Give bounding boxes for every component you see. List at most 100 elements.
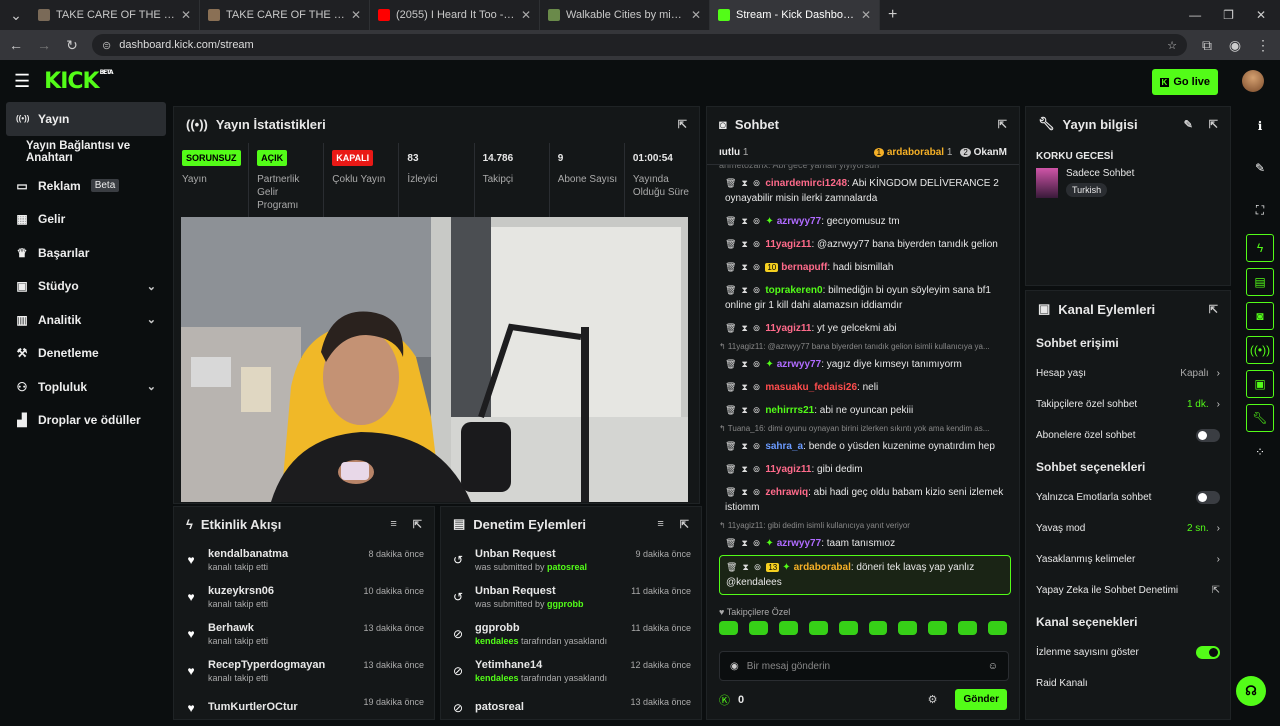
followers-only-row[interactable]: Takipçilere özel sohbet1 dk.›	[1026, 389, 1230, 420]
ban-shield-icon[interactable]: ⊚	[753, 323, 761, 333]
chat-message[interactable]: 🗑︎⧗⊚sahra_a: bende o yüsden kuzenime oyn…	[719, 435, 1013, 458]
chat-message[interactable]: 🗑︎⧗⊚masuaku_fedaisi26: neli	[719, 376, 1013, 399]
apps-icon[interactable]: ⁘	[1246, 438, 1274, 466]
emote-icon[interactable]	[719, 621, 738, 635]
delete-icon[interactable]: 🗑︎	[725, 538, 736, 548]
lightning-panel-icon[interactable]: ϟ	[1246, 234, 1274, 262]
event-user[interactable]: kuzeykrsn06	[208, 585, 274, 597]
subs-only-row[interactable]: Abonelere özel sohbet	[1026, 420, 1230, 451]
close-tab-icon[interactable]: ✕	[861, 8, 871, 22]
filter-icon[interactable]: ≡	[657, 518, 663, 530]
ban-shield-icon[interactable]: ⊚	[753, 382, 761, 392]
kick-coin-icon[interactable]: Ⓚ	[719, 692, 730, 708]
broadcast-panel-icon[interactable]: ((•))	[1246, 336, 1274, 364]
mod-desc-user[interactable]: patosreal	[547, 562, 587, 572]
timeout-hourglass-icon[interactable]: ⧗	[741, 382, 747, 392]
ai-moderation-row[interactable]: Yapay Zeka ile Sohbet Denetimi⇱	[1026, 575, 1230, 606]
forward-icon[interactable]: →	[36, 37, 52, 53]
sidebar-item-2[interactable]: ▭ReklamBeta	[0, 169, 172, 203]
browser-tab[interactable]: Walkable Cities by mizizizi✕	[540, 0, 710, 30]
chat-message[interactable]: 🗑︎⧗⊚zehrawiq: abi hadi geç oldu babam ki…	[719, 481, 1013, 519]
site-info-icon[interactable]: ⊜	[102, 39, 111, 52]
event-user[interactable]: RecepTyperdogmayan	[208, 659, 325, 671]
chat-message[interactable]: 🗑︎⧗⊚cinardemirci1248: Abi KİNGDOM DELİVE…	[719, 172, 1013, 210]
leader-user2[interactable]: 2 OkanM	[960, 147, 1007, 158]
chat-message[interactable]: 🗑︎⧗⊚toprakeren0: bilmediğin bi oyun söyl…	[719, 279, 1013, 317]
info-icon[interactable]: ℹ	[1246, 112, 1274, 140]
timeout-hourglass-icon[interactable]: ⧗	[741, 216, 747, 226]
mod-title[interactable]: Unban Request	[475, 548, 587, 560]
leader-left[interactable]: ıutlu 1	[719, 147, 748, 158]
tab-list-icon[interactable]: ⌄	[8, 7, 24, 24]
chat-username[interactable]: azrwyy77	[777, 359, 821, 370]
chat-messages[interactable]: ahmetozanx: Abi gece yamalı yiyiyorsun🗑︎…	[707, 165, 1019, 597]
timeout-hourglass-icon[interactable]: ⧗	[742, 562, 748, 572]
slow-mode-row[interactable]: Yavaş mod2 sn.›	[1026, 513, 1230, 544]
delete-icon[interactable]: 🗑︎	[725, 285, 736, 295]
close-tab-icon[interactable]: ✕	[181, 8, 191, 22]
timeout-hourglass-icon[interactable]: ⧗	[741, 487, 747, 497]
timeout-hourglass-icon[interactable]: ⧗	[741, 441, 747, 451]
ban-shield-icon[interactable]: ⊚	[753, 538, 761, 548]
chat-username[interactable]: cinardemirci1248	[765, 178, 847, 189]
fullscreen-icon[interactable]: ⛶	[1246, 196, 1274, 224]
chat-message[interactable]: 🗑︎⧗⊚11yagiz11: yt ye gelcekmi abi	[719, 317, 1013, 340]
sidebar-item-9[interactable]: ▟Droplar ve ödüller	[0, 404, 172, 438]
browser-tab[interactable]: TAKE CARE OF THE CAT by bo✕	[30, 0, 200, 30]
user-avatar[interactable]	[1242, 70, 1264, 92]
chat-input[interactable]: ◉ Bir mesaj gönderin ☺	[719, 651, 1009, 681]
delete-icon[interactable]: 🗑︎	[725, 441, 736, 451]
delete-icon[interactable]: 🗑︎	[725, 262, 736, 272]
chat-username[interactable]: 11yagiz11	[765, 239, 811, 250]
emote-icon[interactable]	[928, 621, 947, 635]
mod-desc-user[interactable]: kendalees	[475, 636, 519, 646]
timeout-hourglass-icon[interactable]: ⧗	[741, 239, 747, 249]
sidebar-item-6[interactable]: ▥Analitik⌄	[0, 303, 172, 337]
mod-title[interactable]: Yetimhane14	[475, 659, 607, 671]
popout-icon[interactable]: ⇱	[998, 118, 1007, 131]
chat-panel-icon[interactable]: ◙	[1246, 302, 1274, 330]
ban-shield-icon[interactable]: ⊚	[753, 216, 761, 226]
emote-icon[interactable]	[869, 621, 888, 635]
timeout-hourglass-icon[interactable]: ⧗	[741, 359, 747, 369]
ban-shield-icon[interactable]: ⊚	[753, 178, 761, 188]
bookmark-star-icon[interactable]: ☆	[1167, 39, 1177, 52]
ban-shield-icon[interactable]: ⊚	[753, 285, 761, 295]
popout-icon[interactable]: ⇱	[413, 518, 422, 531]
event-user[interactable]: Berhawk	[208, 622, 268, 634]
mod-title[interactable]: patosreal	[475, 701, 524, 713]
raid-row[interactable]: Raid Kanalı	[1026, 668, 1230, 699]
chat-message[interactable]: 🗑︎⧗⊚nehirrrs21: abi ne oyuncan pekiii	[719, 399, 1013, 422]
banned-words-row[interactable]: Yasaklanmış kelimeler›	[1026, 544, 1230, 575]
chat-message[interactable]: 🗑︎⧗⊚11yagiz11: gibi dedim	[719, 458, 1013, 481]
hamburger-menu-icon[interactable]: ☰	[14, 71, 30, 92]
sidebar-item-3[interactable]: ▦Gelir	[0, 203, 172, 237]
ban-shield-icon[interactable]: ⊚	[753, 262, 761, 272]
leader-user[interactable]: 1 ardaborabal 1	[874, 147, 953, 158]
browser-tab[interactable]: TAKE CARE OF THE DOG by bo✕	[200, 0, 370, 30]
browser-tab[interactable]: Stream - Kick Dashboard✕	[710, 0, 880, 30]
delete-icon[interactable]: 🗑︎	[725, 405, 736, 415]
chat-username[interactable]: nehirrrs21	[765, 405, 814, 416]
mod-desc-user[interactable]: kendalees	[475, 673, 519, 683]
wrench-panel-icon[interactable]: 🔧︎	[1246, 404, 1274, 432]
chevron-down-icon[interactable]: ⌄	[147, 380, 156, 393]
mod-title[interactable]: ggprobb	[475, 622, 607, 634]
timeout-hourglass-icon[interactable]: ⧗	[741, 538, 747, 548]
filter-icon[interactable]: ≡	[390, 518, 396, 530]
chat-username[interactable]: masuaku_fedaisi26	[765, 382, 857, 393]
mod-title[interactable]: Unban Request	[475, 585, 584, 597]
chat-message[interactable]: 🗑︎⧗⊚✦azrwyy77: gecıyomusuz tm	[719, 210, 1013, 233]
sidebar-item-4[interactable]: ♛Başarılar	[0, 236, 172, 270]
chat-username[interactable]: ardaborabal	[794, 562, 851, 573]
close-tab-icon[interactable]: ✕	[691, 8, 701, 22]
account-age-row[interactable]: Hesap yaşıKapalı›	[1026, 358, 1230, 389]
chat-username[interactable]: bernapuff	[781, 262, 827, 273]
restore-icon[interactable]: ❐	[1223, 8, 1234, 22]
kick-logo[interactable]: KICKBETA	[44, 69, 112, 94]
delete-icon[interactable]: 🗑︎	[725, 359, 736, 369]
emote-icon[interactable]	[988, 621, 1007, 635]
chat-message[interactable]: 🗑︎⧗⊚10bernapuff: hadi bismillah	[719, 256, 1013, 279]
chat-message[interactable]: 🗑︎⧗⊚11yagiz11: @azrwyy77 bana biyerden t…	[719, 233, 1013, 256]
chevron-down-icon[interactable]: ⌄	[147, 313, 156, 326]
